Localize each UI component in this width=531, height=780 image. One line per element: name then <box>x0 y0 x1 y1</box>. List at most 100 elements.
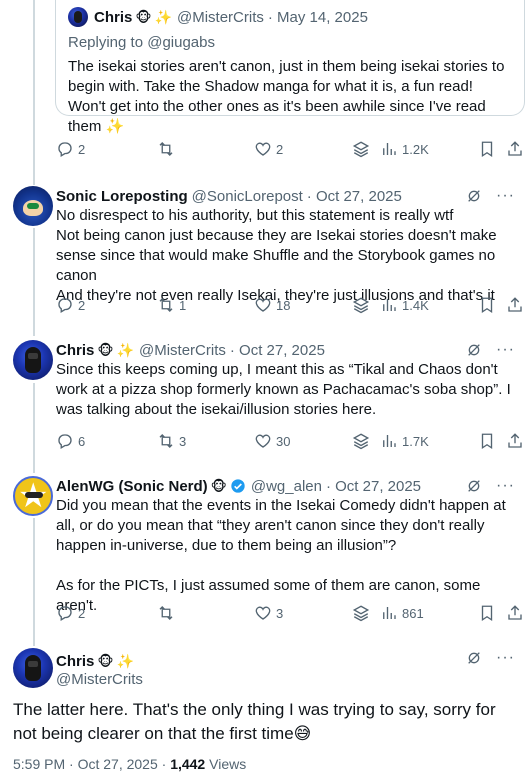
monkey-emoji-icon: 🐵 <box>97 342 114 358</box>
grok-icon[interactable] <box>466 188 482 204</box>
like-count: 2 <box>276 141 284 157</box>
tweet-date[interactable]: · Oct 27, 2025 <box>230 342 325 359</box>
author-name[interactable]: Chris <box>56 342 94 359</box>
views-button[interactable]: 1.4K <box>380 295 429 315</box>
main-tweet-header: Chris 🐵 ✨ @MisterCrits <box>56 651 143 691</box>
share-button[interactable] <box>506 431 524 451</box>
reply-icon <box>58 298 72 313</box>
repost-icon <box>159 142 173 156</box>
share-button[interactable] <box>506 603 524 623</box>
grok-icon[interactable] <box>466 342 482 358</box>
tweet-text-line: Not being canon just because they are Is… <box>56 227 497 284</box>
reply-count: 2 <box>78 297 86 313</box>
replying-to: Replying to @giugabs <box>68 34 215 51</box>
reply-count: 2 <box>78 605 86 621</box>
tweet-date: · May 14, 2025 <box>267 8 368 26</box>
tweet-text-line: Since this keeps coming up, I meant this… <box>56 361 511 418</box>
reply-button[interactable]: 2 <box>56 603 85 623</box>
like-button[interactable]: 18 <box>254 295 290 315</box>
reply-button[interactable]: 2 <box>56 295 85 315</box>
reply-button[interactable]: 6 <box>56 431 85 451</box>
thread-connector <box>33 383 35 473</box>
bookmark-button[interactable] <box>478 295 496 315</box>
more-options-icon[interactable]: ··· <box>496 478 515 494</box>
views-icon <box>383 435 396 447</box>
author-handle[interactable]: @SonicLorepost <box>192 188 303 205</box>
tweet-text-line <box>56 556 518 576</box>
repost-button[interactable] <box>157 603 179 623</box>
grok-analyze-button[interactable] <box>352 603 370 623</box>
grok-icon[interactable] <box>466 478 482 494</box>
grok-analyze-button[interactable] <box>352 295 370 315</box>
thread-connector <box>33 228 35 336</box>
reply-count: 2 <box>78 141 86 157</box>
author-handle[interactable]: @MisterCrits <box>139 342 226 359</box>
tweet-top-icons: ··· <box>466 186 515 206</box>
repost-button[interactable]: 3 <box>157 431 186 451</box>
author-name[interactable]: AlenWG (Sonic Nerd) <box>56 478 208 495</box>
views-button[interactable]: 861 <box>380 603 424 623</box>
grok-analyze-button[interactable] <box>352 139 370 159</box>
author-name[interactable]: Chris <box>56 653 94 670</box>
verified-badge-icon <box>231 479 245 493</box>
repost-icon <box>159 434 173 448</box>
main-tweet-text: The latter here. That's the only thing I… <box>13 700 496 743</box>
views-button[interactable]: 1.2K <box>380 139 429 159</box>
like-button[interactable]: 2 <box>254 139 283 159</box>
views-count: 1.2K <box>402 141 429 157</box>
like-count: 3 <box>276 605 284 621</box>
heart-icon <box>255 142 271 156</box>
tweet-header: Chris 🐵 ✨ @MisterCrits · Oct 27, 2025 <box>56 340 325 360</box>
tweet-date[interactable]: · Oct 27, 2025 <box>307 188 402 205</box>
bookmark-button[interactable] <box>478 139 496 159</box>
bookmark-icon <box>481 141 493 158</box>
reply-button[interactable]: 2 <box>56 139 85 159</box>
tweet-date[interactable]: · Oct 27, 2025 <box>326 478 421 495</box>
share-button[interactable] <box>506 295 524 315</box>
bookmark-button[interactable] <box>478 603 496 623</box>
tweet-text-line: Did you mean that the events in the Isek… <box>56 497 506 554</box>
more-options-icon[interactable]: ··· <box>496 342 515 358</box>
author-handle[interactable]: @wg_alen <box>251 478 322 495</box>
like-button[interactable]: 3 <box>254 603 283 623</box>
author-handle: @MisterCrits <box>176 8 264 26</box>
layers-icon <box>352 433 370 450</box>
tweet-top-icons: ··· <box>466 648 515 668</box>
tweet-timestamp[interactable]: 5:59 PM · Oct 27, 2025 · <box>13 756 170 772</box>
share-icon <box>508 605 522 620</box>
author-handle[interactable]: @MisterCrits <box>56 671 143 691</box>
author-name[interactable]: Sonic Loreposting <box>56 188 188 205</box>
views-count: 1.4K <box>402 297 429 313</box>
grok-analyze-button[interactable] <box>352 431 370 451</box>
avatar[interactable] <box>13 340 53 380</box>
views-count: 1.7K <box>402 433 429 449</box>
avatar[interactable] <box>13 476 53 516</box>
repost-icon <box>159 298 173 312</box>
quoted-tweet-text: The isekai stories aren't canon, just in… <box>68 58 505 135</box>
views-count: 1,442 <box>170 756 206 772</box>
more-options-icon[interactable]: ··· <box>496 188 515 204</box>
like-button[interactable]: 30 <box>254 431 290 451</box>
share-icon <box>508 141 522 156</box>
repost-count: 1 <box>179 297 187 313</box>
share-button[interactable] <box>506 139 524 159</box>
avatar[interactable] <box>13 186 53 226</box>
bookmark-icon <box>481 605 493 622</box>
views-icon <box>383 607 396 619</box>
more-options-icon[interactable]: ··· <box>496 650 515 666</box>
repost-button[interactable] <box>157 139 179 159</box>
tweet-text: Did you mean that the events in the Isek… <box>56 496 518 616</box>
heart-icon <box>255 298 271 312</box>
tweet-header: AlenWG (Sonic Nerd) 🐵 @wg_alen · Oct 27,… <box>56 476 421 496</box>
sparkles-emoji-icon: ✨ <box>154 9 172 25</box>
bookmark-button[interactable] <box>478 431 496 451</box>
repost-button[interactable]: 1 <box>157 295 186 315</box>
views-icon <box>383 299 396 311</box>
grok-icon[interactable] <box>466 650 482 666</box>
reply-icon <box>58 142 72 157</box>
views-button[interactable]: 1.7K <box>380 431 429 451</box>
tweet-text: Since this keeps coming up, I meant this… <box>56 360 518 420</box>
like-count: 18 <box>276 297 291 313</box>
avatar[interactable] <box>13 648 53 688</box>
quoted-tweet-card[interactable]: Chris 🐵 ✨ @MisterCrits · May 14, 2025 Re… <box>55 0 525 135</box>
